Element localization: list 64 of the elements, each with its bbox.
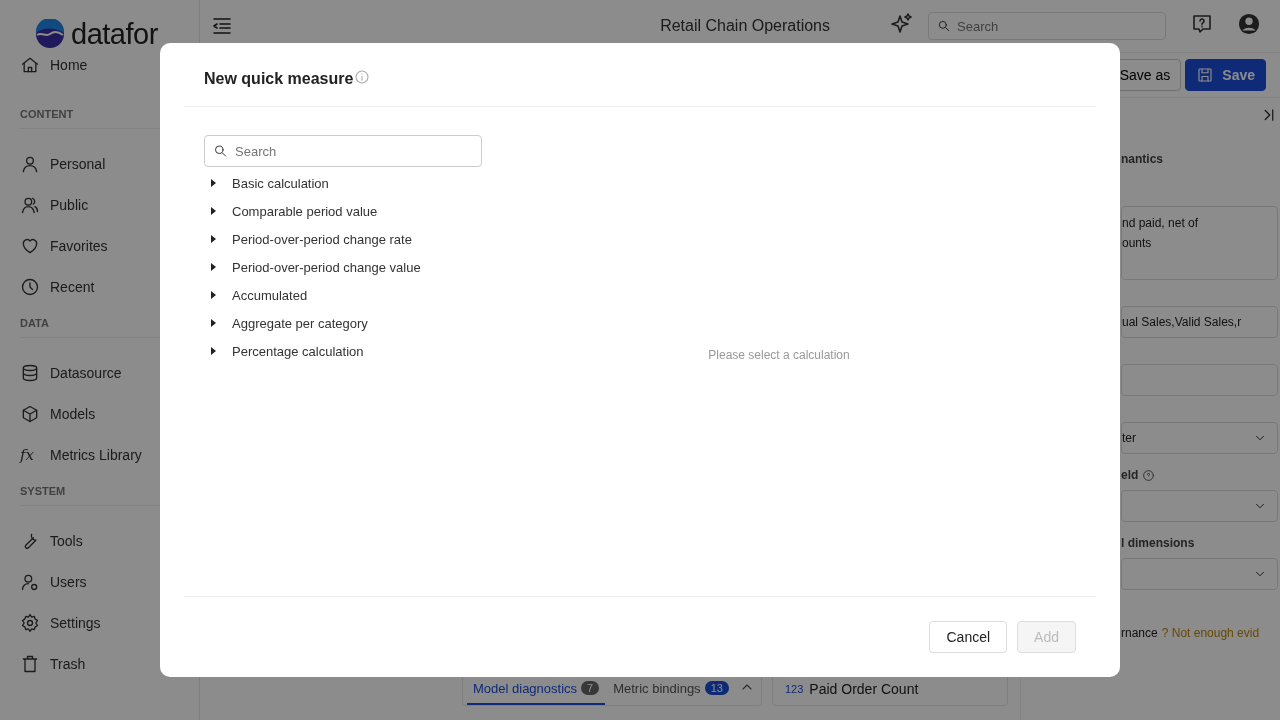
field-name: Paid Order Count: [809, 681, 919, 697]
nav-item[interactable]: Home: [20, 60, 199, 70]
nav-item[interactable]: Personal: [20, 143, 199, 184]
help-icon: [1190, 12, 1214, 36]
caret-right-icon: [210, 235, 216, 243]
text-field[interactable]: [1121, 364, 1278, 396]
user-avatar-icon[interactable]: [1238, 13, 1260, 35]
sparkle-icon: [890, 12, 914, 36]
tree-item[interactable]: Period-over-period change rate: [204, 225, 482, 253]
caret-right-icon: [210, 263, 216, 271]
dropdown[interactable]: [1121, 558, 1278, 590]
nav-item[interactable]: Favorites: [20, 225, 199, 266]
database-icon: [20, 362, 40, 383]
field-label: rnance: [1121, 626, 1158, 640]
nav-item[interactable]: Users: [20, 561, 199, 602]
settings-icon: [20, 612, 40, 633]
logo-text: datafor: [71, 17, 158, 51]
caret-right-icon: [210, 207, 216, 215]
search-icon: [937, 19, 951, 33]
floppy-icon: [1196, 66, 1215, 84]
section-title: nantics: [1121, 152, 1164, 166]
nav-item[interactable]: Datasource: [20, 352, 199, 393]
nav-item[interactable]: Models: [20, 393, 199, 434]
search-field[interactable]: Search: [204, 135, 482, 167]
field-label: l dimensions: [1121, 536, 1195, 550]
field-label: eld: [1121, 468, 1139, 482]
cube-icon: [20, 403, 40, 424]
description-textarea[interactable]: nd paid, net of ounts: [1121, 206, 1278, 280]
search-icon: [213, 143, 228, 159]
empty-message: Please select a calculation: [708, 348, 850, 364]
nav-item[interactable]: Trash: [20, 643, 199, 684]
tree-item[interactable]: Aggregate per category: [204, 309, 482, 337]
dropdown[interactable]: ter: [1121, 422, 1278, 454]
help-icon: [1142, 468, 1156, 482]
clock-icon: [20, 276, 40, 297]
logo-icon: [35, 19, 65, 49]
nav-item[interactable]: Settings: [20, 602, 199, 643]
tree-item[interactable]: Basic calculation: [204, 169, 482, 197]
caret-right-icon: [210, 347, 216, 355]
dropdown[interactable]: [1121, 490, 1278, 522]
tree-item[interactable]: Period-over-period change value: [204, 253, 482, 281]
tree-item[interactable]: Comparable period value: [204, 197, 482, 225]
trash-icon: [20, 653, 40, 674]
home-icon: [20, 55, 40, 75]
save-button[interactable]: Save: [1185, 59, 1266, 91]
tree-item[interactable]: Accumulated: [204, 281, 482, 309]
report-title: Retail Chain Operations: [660, 17, 830, 35]
count-badge: 13: [704, 681, 729, 695]
synonyms-field[interactable]: ual Sales,Valid Sales,r: [1121, 306, 1278, 338]
info-icon: [354, 68, 371, 85]
cancel-button[interactable]: Cancel: [929, 621, 1008, 653]
dialog-title: New quick measure: [204, 69, 354, 88]
nav-item[interactable]: Recent: [20, 266, 199, 307]
search-field[interactable]: Search: [928, 12, 1166, 40]
nav-item[interactable]: Public: [20, 184, 199, 225]
tree-item[interactable]: Percentage calculation: [204, 337, 482, 365]
caret-right-icon: [210, 319, 216, 327]
caret-right-icon: [210, 179, 216, 187]
status-text: ? Not enough evid: [1161, 626, 1260, 640]
count-badge: 7: [581, 681, 600, 695]
nav-item[interactable]: Tools: [20, 520, 199, 561]
number-type-tag: 123: [785, 683, 804, 695]
function-icon: fx: [20, 445, 40, 464]
caret-right-icon: [210, 291, 216, 299]
